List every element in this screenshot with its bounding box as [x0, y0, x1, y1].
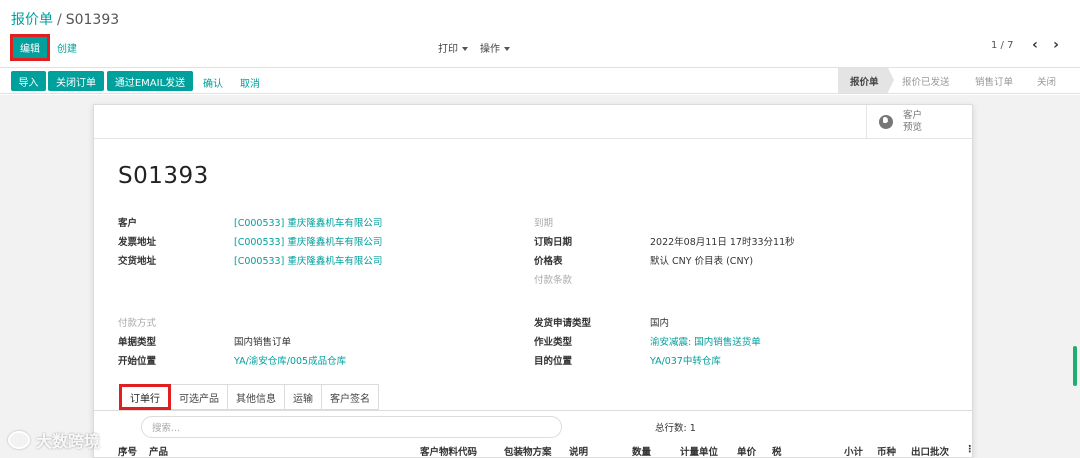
control-panel: 报价单 / S01393 编辑 创建 打印 操作 1 / 7 ‹ ›	[0, 0, 1080, 68]
field-label: 作业类型	[534, 337, 573, 348]
print-label: 打印	[438, 44, 458, 55]
tab-shipping[interactable]: 运输	[285, 384, 322, 410]
stage-chevron	[888, 68, 894, 92]
field-label: 付款方式	[118, 318, 157, 329]
edit-button[interactable]: 编辑	[10, 34, 50, 61]
customer-preview-button[interactable]: 客户 预览	[866, 105, 972, 139]
delivery-address-field[interactable]: [C000533] 重庆隆鑫机车有限公司	[234, 253, 382, 267]
column-header[interactable]: 包装物方案	[504, 444, 552, 458]
document-type-field[interactable]: 国内销售订单	[234, 334, 291, 348]
form-sheet: 客户 预览 S01393 客户 [C000533] 重庆隆鑫机车有限公司 发票地址…	[93, 104, 975, 458]
stage-quotation-sent: 报价已发送	[902, 68, 950, 93]
smart-line1: 客户	[903, 110, 923, 121]
field-label: 到期	[534, 218, 554, 229]
stage-closed: 关闭	[1037, 68, 1056, 93]
column-header[interactable]: 产品	[149, 444, 168, 458]
field-label: 开始位置	[118, 356, 157, 367]
scrollbar-thumb[interactable]	[1073, 346, 1077, 386]
field-label: 交货地址	[118, 256, 157, 267]
field-label: 单据类型	[118, 337, 157, 348]
field-label: 目的位置	[534, 356, 573, 367]
statusbar: 导入 关闭订单 通过EMAIL发送 确认 取消 报价单 报价已发送 销售订单 关…	[0, 68, 1080, 94]
confirm-link[interactable]: 确认	[203, 75, 223, 90]
tab-optional-products[interactable]: 可选产品	[171, 384, 228, 410]
cancel-link[interactable]: 取消	[240, 75, 260, 90]
column-header[interactable]: 数量	[632, 444, 651, 458]
stage-label: 销售订单	[975, 76, 1014, 88]
scrollbar-track[interactable]	[1071, 95, 1080, 458]
column-header[interactable]: 税	[772, 444, 782, 458]
column-options-icon[interactable]: ⋮	[965, 444, 975, 455]
total-lines: 总行数: 1	[655, 423, 696, 434]
notebook-tabs: 订单行 可选产品 其他信息 运输 客户签名	[119, 384, 379, 410]
stage-label: 报价已发送	[902, 76, 950, 88]
pager-value[interactable]: 1 / 7	[991, 40, 1013, 51]
field-label: 发票地址	[118, 237, 157, 248]
column-header[interactable]: 小计	[844, 444, 863, 458]
tab-other-info[interactable]: 其他信息	[228, 384, 285, 410]
close-order-button[interactable]: 关闭订单	[48, 71, 104, 91]
stage-label: 报价单	[850, 76, 879, 88]
order-lines-search-input[interactable]: 搜索...	[141, 416, 562, 438]
source-location-field[interactable]: YA/渝安仓库/005成品仓库	[234, 353, 346, 367]
print-dropdown[interactable]: 打印	[438, 40, 468, 55]
destination-location-field[interactable]: YA/037中转仓库	[650, 353, 721, 367]
breadcrumb-separator: /	[57, 12, 62, 28]
field-label: 价格表	[534, 256, 563, 267]
button-box: 客户 预览	[94, 105, 972, 139]
caret-down-icon	[462, 47, 468, 51]
order-date-field[interactable]: 2022年08月11日 17时33分11秒	[650, 234, 795, 248]
record-title: S01393	[118, 163, 209, 189]
delivery-request-type-field[interactable]: 国内	[650, 315, 669, 329]
column-header[interactable]: 序号	[118, 444, 137, 458]
watermark-logo-icon	[8, 431, 30, 449]
watermark-text: 大数跨境	[36, 432, 101, 451]
action-dropdown[interactable]: 操作	[480, 40, 510, 55]
tab-divider	[94, 410, 972, 411]
chevron-left-icon[interactable]: ‹	[1027, 37, 1043, 53]
caret-down-icon	[504, 47, 510, 51]
field-label: 付款条款	[534, 275, 573, 286]
action-label: 操作	[480, 44, 500, 55]
stage-sales-order: 销售订单	[975, 68, 1013, 93]
chevron-right-icon[interactable]: ›	[1048, 37, 1064, 53]
customer-field[interactable]: [C000533] 重庆隆鑫机车有限公司	[234, 215, 382, 229]
breadcrumb-parent[interactable]: 报价单	[11, 12, 53, 28]
field-label: 订购日期	[534, 237, 573, 248]
create-button[interactable]: 创建	[57, 40, 77, 55]
column-header[interactable]: 单价	[737, 444, 756, 458]
tab-customer-signature[interactable]: 客户签名	[322, 384, 379, 410]
stage-quotation: 报价单	[838, 68, 894, 93]
import-button[interactable]: 导入	[11, 71, 46, 91]
field-label: 发货申请类型	[534, 318, 592, 329]
column-header[interactable]: 币种	[877, 444, 896, 458]
smart-line2: 预览	[903, 122, 923, 133]
tab-order-lines[interactable]: 订单行	[119, 384, 171, 410]
column-header[interactable]: 说明	[569, 444, 588, 458]
smart-button-label: 客户 预览	[903, 110, 922, 134]
operation-type-field[interactable]: 渝安减震: 国内销售送货单	[650, 334, 761, 348]
breadcrumb-current: S01393	[65, 12, 120, 28]
breadcrumb: 报价单 / S01393	[11, 9, 119, 29]
invoice-address-field[interactable]: [C000533] 重庆隆鑫机车有限公司	[234, 234, 382, 248]
globe-icon	[879, 115, 893, 129]
column-header[interactable]: 出口批次	[911, 444, 949, 458]
column-header[interactable]: 客户物料代码	[420, 444, 477, 458]
stage-label: 关闭	[1037, 76, 1057, 88]
field-label: 客户	[118, 218, 138, 229]
send-email-button[interactable]: 通过EMAIL发送	[107, 71, 193, 91]
column-header[interactable]: 计量单位	[680, 444, 718, 458]
pricelist-field[interactable]: 默认 CNY 价目表 (CNY)	[650, 253, 753, 267]
watermark: 大数跨境	[8, 428, 100, 452]
